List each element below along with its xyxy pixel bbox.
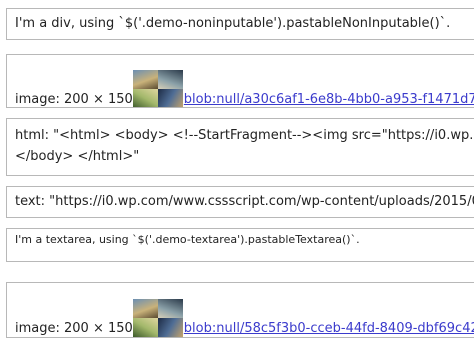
blob-url-link[interactable]: blob:null/a30c6af1-6e8b-4bb0-a953-f1471d… — [184, 92, 474, 107]
html-paste-line-2: </body> </html>" — [15, 149, 140, 164]
blob-url-link[interactable]: blob:null/58c5f3b0-cceb-44fd-8409-dbf69c… — [184, 321, 474, 336]
demo-page: I'm a div, using `$('.demo-noninputable'… — [0, 0, 474, 344]
paste-result-image-1: image: 200 × 150 blob:null/a30c6af1-6e8b-… — [6, 54, 474, 108]
pasted-image-thumbnail — [132, 299, 183, 337]
text-paste-line: text: "https://i0.wp.com/www.cssscript.c… — [15, 194, 474, 209]
textarea-text: I'm a textarea, using `$('.demo-textarea… — [15, 233, 360, 246]
noninputable-div[interactable]: I'm a div, using `$('.demo-noninputable'… — [6, 8, 474, 40]
noninputable-div-text: I'm a div, using `$('.demo-noninputable'… — [15, 16, 451, 31]
paste-result-html: html: "<html> <body> <!--StartFragment--… — [6, 118, 474, 176]
paste-result-image-2: image: 200 × 150 blob:null/58c5f3b0-cceb-… — [6, 282, 474, 338]
pasted-image-thumbnail — [132, 70, 183, 107]
image-size-label: image: 200 × 150 — [15, 92, 133, 107]
html-paste-line-1: html: "<html> <body> <!--StartFragment--… — [15, 128, 474, 143]
image-paste-line: image: 200 × 150 blob:null/58c5f3b0-cceb-… — [15, 299, 474, 337]
image-paste-line: image: 200 × 150 blob:null/a30c6af1-6e8b-… — [15, 70, 474, 107]
paste-result-text: text: "https://i0.wp.com/www.cssscript.c… — [6, 186, 474, 218]
demo-textarea[interactable]: I'm a textarea, using `$('.demo-textarea… — [6, 228, 474, 262]
image-size-label: image: 200 × 150 — [15, 321, 133, 336]
